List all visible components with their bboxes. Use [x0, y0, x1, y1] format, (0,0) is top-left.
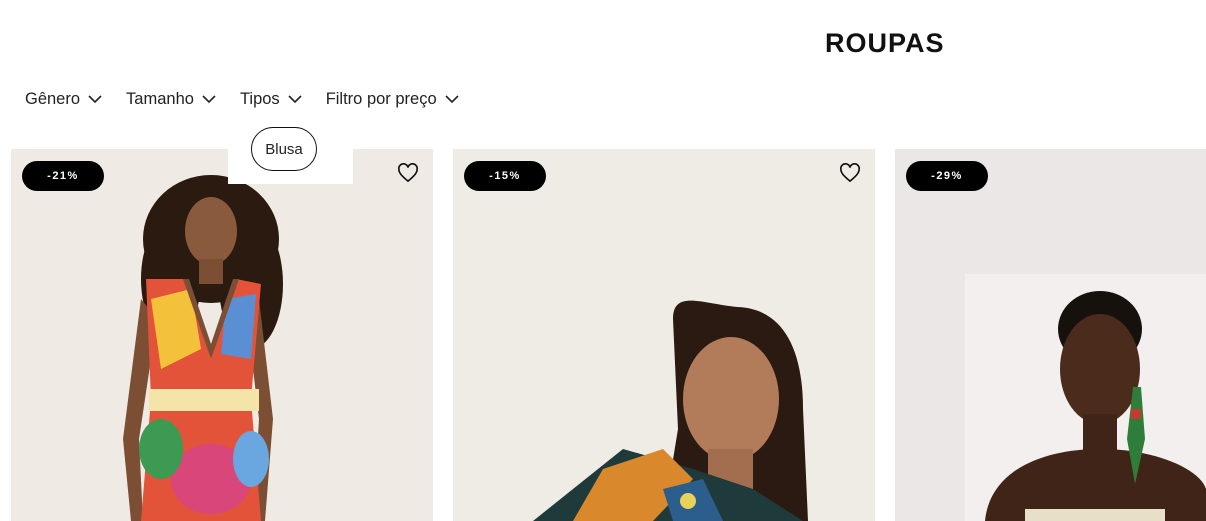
heart-icon[interactable] — [397, 163, 419, 183]
filter-label: Gênero — [25, 90, 81, 108]
filter-genero[interactable]: Gênero — [25, 90, 102, 109]
discount-badge: -15% — [464, 161, 546, 191]
product-card[interactable]: -21% — [11, 149, 433, 521]
filter-label: Tamanho — [126, 90, 194, 108]
filter-preco[interactable]: Filtro por preço — [326, 90, 459, 109]
page-title: ROUPAS — [825, 28, 945, 58]
chevron-down-icon — [445, 95, 459, 104]
chevron-down-icon — [202, 95, 216, 104]
type-option-blusa[interactable]: Blusa — [251, 127, 317, 171]
product-photo — [11, 149, 433, 521]
discount-badge: -21% — [22, 161, 104, 191]
chevron-down-icon — [88, 95, 102, 104]
filter-label: Tipos — [239, 90, 280, 108]
product-photo — [453, 149, 875, 521]
filter-tamanho[interactable]: Tamanho — [126, 90, 216, 109]
product-card[interactable]: -29% — [895, 149, 1206, 521]
product-photo — [895, 149, 1206, 521]
chevron-down-icon — [288, 95, 302, 104]
types-dropdown: Blusa — [228, 118, 353, 184]
filter-label: Filtro por preço — [325, 90, 437, 108]
heart-icon[interactable] — [839, 163, 861, 183]
discount-badge: -29% — [906, 161, 988, 191]
filter-bar: Gênero Tamanho Tipos Filtro por preço — [25, 90, 483, 109]
filter-tipos[interactable]: Tipos — [240, 90, 302, 109]
product-card[interactable]: -15% — [453, 149, 875, 521]
